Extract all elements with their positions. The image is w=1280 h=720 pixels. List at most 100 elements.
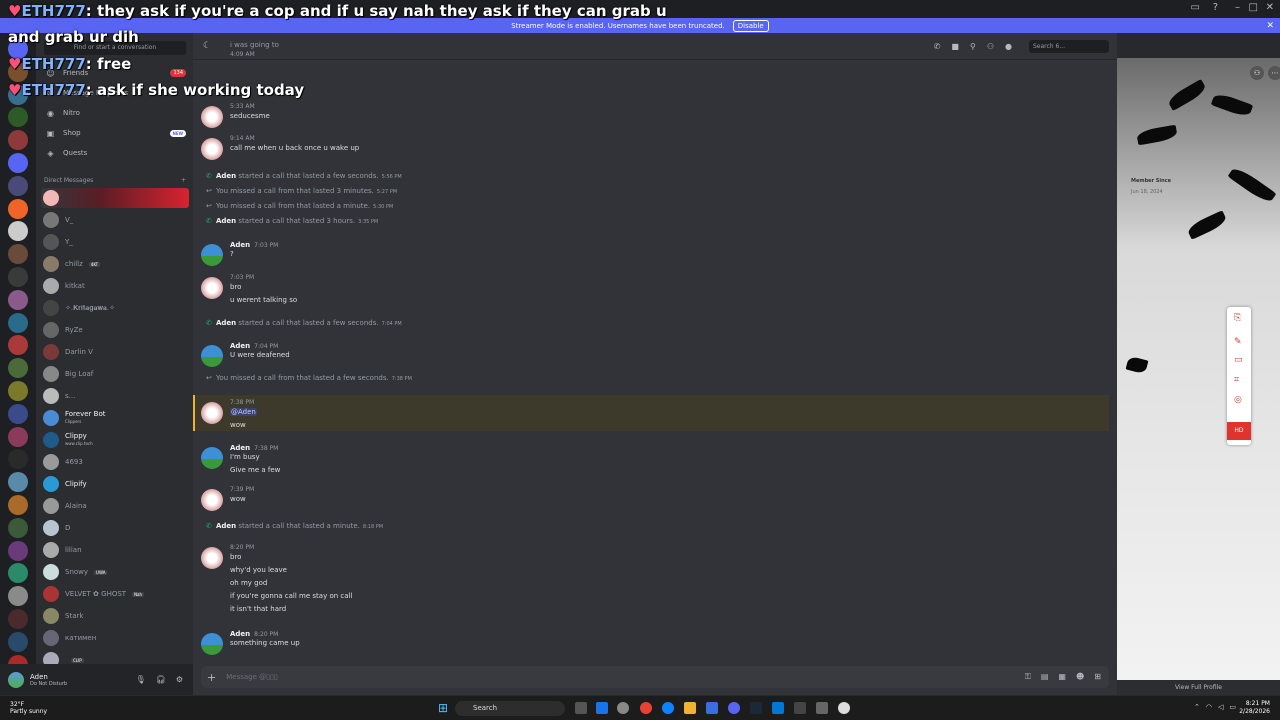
dm-item[interactable]: 4693 (41, 452, 189, 472)
add-friends-icon[interactable]: ⚇ (987, 42, 994, 51)
message-input[interactable]: Message @▯▯▯ (226, 673, 277, 681)
server-icon[interactable] (8, 358, 28, 379)
nav-message-requests[interactable]: ✉ Message Requests (44, 84, 186, 102)
avatar[interactable] (201, 244, 223, 266)
avatar[interactable] (201, 633, 223, 655)
message-author[interactable]: Aden (230, 241, 250, 249)
dm-item[interactable]: VELVET ✿ GHOST Nah (41, 584, 189, 604)
rectangle-icon[interactable]: ▭ (1234, 355, 1243, 365)
app-icon[interactable] (838, 702, 850, 714)
close-icon[interactable]: ✕ (1266, 21, 1274, 31)
dm-item[interactable]: RyZe (41, 320, 189, 340)
server-icon[interactable] (8, 563, 28, 584)
server-icon[interactable] (8, 540, 28, 561)
server-icon[interactable] (8, 267, 28, 287)
server-icon[interactable] (8, 631, 28, 652)
hd-button[interactable]: HD (1227, 422, 1251, 440)
profile-icon[interactable]: ● (1005, 42, 1012, 51)
server-icon[interactable] (8, 153, 28, 173)
gift-icon[interactable]: ⚿ (1025, 672, 1031, 682)
video-call-icon[interactable]: ■ (951, 42, 959, 51)
find-conversation-input[interactable]: Find or start a conversation (44, 41, 186, 55)
help-icon[interactable]: ? (1213, 2, 1218, 13)
close-icon[interactable]: ✕ (1266, 2, 1274, 13)
app-icon[interactable] (816, 702, 828, 714)
system-author[interactable]: Aden (216, 319, 236, 327)
more-icon[interactable]: ⋯ (1268, 66, 1280, 80)
nav-shop[interactable]: ▣ Shop NEW (44, 124, 186, 142)
settings-gear-icon[interactable]: ⚙ (176, 675, 183, 684)
server-icon[interactable] (8, 107, 28, 128)
dm-item[interactable]: chillz 4KT (41, 254, 189, 274)
minimize-icon[interactable]: – (1235, 2, 1240, 13)
disable-button[interactable]: Disable (732, 19, 769, 32)
server-icon[interactable] (8, 517, 28, 538)
avatar[interactable] (201, 447, 223, 469)
file-explorer-icon[interactable] (684, 702, 696, 714)
message-author[interactable]: Aden (230, 630, 250, 638)
app-icon[interactable] (617, 702, 629, 714)
dm-item[interactable]: D (41, 518, 189, 538)
app-icon[interactable] (596, 702, 608, 714)
app-icon[interactable] (772, 702, 784, 714)
server-icon[interactable] (8, 289, 28, 310)
avatar[interactable] (201, 489, 223, 511)
server-icon[interactable] (8, 449, 28, 470)
message-composer[interactable]: + Message @▯▯▯ ⚿ ▤ ▦ ☻ ⊞ (201, 666, 1109, 688)
dm-item[interactable]: Snowy UWA (41, 562, 189, 582)
server-icon[interactable] (8, 609, 28, 629)
target-icon[interactable]: ◎ (1234, 395, 1242, 405)
avatar[interactable] (201, 402, 223, 424)
sticker-icon[interactable]: ▦ (1058, 672, 1066, 682)
server-icon[interactable] (8, 403, 28, 424)
server-icon[interactable] (8, 198, 28, 219)
server-icon[interactable] (8, 381, 28, 401)
user-mention[interactable]: @Aden (230, 408, 257, 416)
avatar[interactable] (201, 547, 223, 569)
dm-item[interactable]: Y_ (41, 232, 189, 252)
nav-quests[interactable]: ◈ Quests (44, 144, 186, 162)
dm-item[interactable]: ✧.𝐊𝐫𝐢𝐭𝐚𝐠𝐚𝐰𝐚.✧ (41, 298, 189, 318)
wifi-icon[interactable]: ◠ (1206, 703, 1212, 711)
clock[interactable]: 8:21 PM 2/28/2026 (1239, 700, 1270, 716)
app-icon[interactable] (706, 702, 718, 714)
dm-item[interactable] (41, 188, 189, 208)
avatar[interactable] (201, 106, 223, 128)
voice-call-icon[interactable]: ✆ (934, 42, 941, 51)
crop-icon[interactable]: ⌗ (1234, 375, 1239, 385)
inbox-icon[interactable]: ▭ (1191, 2, 1200, 13)
dm-item[interactable]: Alaina (41, 496, 189, 516)
chevron-up-icon[interactable]: ⌃ (1194, 703, 1200, 711)
server-icon[interactable] (8, 61, 28, 82)
add-friend-icon[interactable]: ⚇ (1250, 66, 1264, 80)
server-icon[interactable] (8, 175, 28, 196)
nav-friends[interactable]: ☺ Friends 134 (44, 64, 186, 82)
headphones-icon[interactable]: 🎧︎ (156, 675, 166, 684)
server-icon[interactable] (8, 244, 28, 265)
apps-icon[interactable]: ⊞ (1094, 672, 1101, 682)
server-icon[interactable] (8, 426, 28, 447)
dm-item[interactable]: Forever Bot Clippers (41, 408, 189, 428)
emoji-icon[interactable]: ☻ (1076, 672, 1084, 682)
server-icon[interactable] (8, 335, 28, 356)
edge-icon[interactable] (662, 702, 674, 714)
view-full-profile-link[interactable]: View Full Profile (1117, 680, 1280, 695)
mic-icon[interactable]: 🎙︎ (136, 675, 146, 684)
dm-item[interactable]: Big Loaf (41, 364, 189, 384)
server-icon[interactable] (8, 130, 28, 151)
battery-icon[interactable]: ▭ (1229, 703, 1236, 711)
system-author[interactable]: Aden (216, 172, 236, 180)
dm-item[interactable]: Clipify (41, 474, 189, 494)
discord-icon[interactable] (728, 702, 740, 714)
system-author[interactable]: Aden (216, 522, 236, 530)
gif-icon[interactable]: ▤ (1041, 672, 1049, 682)
avatar[interactable] (201, 277, 223, 299)
volume-icon[interactable]: ◁ (1218, 703, 1223, 711)
dm-item[interactable]: V_ (41, 210, 189, 230)
server-icon[interactable] (8, 472, 28, 493)
server-icon[interactable] (8, 84, 28, 105)
dm-item[interactable]: lilian (41, 540, 189, 560)
message-author[interactable]: Aden (230, 342, 250, 350)
maximize-icon[interactable]: □ (1249, 2, 1258, 13)
screenshot-icon[interactable]: ⎘ (1234, 313, 1241, 323)
